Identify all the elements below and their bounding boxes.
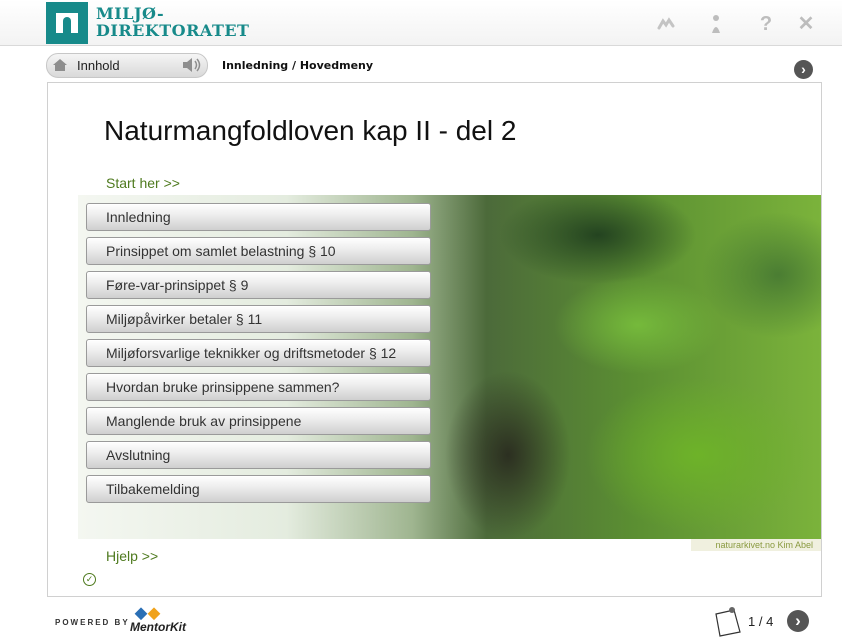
page-indicator: 1 / 4	[748, 614, 774, 629]
help-icon[interactable]: ?	[755, 13, 777, 35]
home-label[interactable]: Innhold	[77, 58, 120, 73]
powered-by-label: POWERED BY	[55, 618, 130, 627]
home-nav-pill[interactable]: Innhold	[46, 53, 208, 78]
menu-item-avslutning[interactable]: Avslutning	[86, 441, 431, 469]
mentorkit-wordmark: MentorKit	[130, 620, 186, 634]
chapter-menu: Innledning Prinsippet om samlet belastni…	[86, 203, 431, 509]
menu-item-innledning[interactable]: Innledning	[86, 203, 431, 231]
main-content: Naturmangfoldloven kap II - del 2 Start …	[47, 82, 822, 597]
menu-item-teknikker[interactable]: Miljøforsvarlige teknikker og driftsmeto…	[86, 339, 431, 367]
logo-icon	[46, 2, 88, 44]
check-icon: ✓	[83, 573, 96, 586]
menu-item-manglende[interactable]: Manglende bruk av prinsippene	[86, 407, 431, 435]
brand-line-1: MILJØ-	[96, 4, 165, 23]
menu-item-fore-var[interactable]: Føre-var-prinsippet § 9	[86, 271, 431, 299]
photo-credit: naturarkivet.no Kim Abel	[691, 539, 821, 551]
page-title: Naturmangfoldloven kap II - del 2	[104, 115, 517, 146]
speaker-icon[interactable]	[181, 57, 203, 73]
pin-note-icon[interactable]	[710, 604, 746, 638]
next-page-icon[interactable]: ›	[787, 610, 809, 632]
next-arrow-icon[interactable]: ›	[794, 60, 813, 79]
brand-logo-text: MILJØ- DIREKTORATET	[96, 5, 249, 39]
close-icon[interactable]: ✕	[795, 13, 817, 35]
start-link[interactable]: Start her >>	[106, 175, 180, 191]
home-icon[interactable]	[52, 58, 68, 72]
bookmark-icon[interactable]	[655, 13, 677, 35]
help-link[interactable]: Hjelp >>	[106, 548, 158, 564]
info-icon[interactable]	[705, 13, 727, 35]
brand-line-2: DIREKTORATET	[96, 21, 250, 40]
breadcrumb: Innledning / Hovedmeny	[222, 59, 374, 72]
menu-item-samlet-belastning[interactable]: Prinsippet om samlet belastning § 10	[86, 237, 431, 265]
menu-item-miljopavirker[interactable]: Miljøpåvirker betaler § 11	[86, 305, 431, 333]
menu-item-sammen[interactable]: Hvordan bruke prinsippene sammen?	[86, 373, 431, 401]
menu-item-tilbakemelding[interactable]: Tilbakemelding	[86, 475, 431, 503]
top-bar: MILJØ- DIREKTORATET ? ✕	[0, 0, 842, 46]
